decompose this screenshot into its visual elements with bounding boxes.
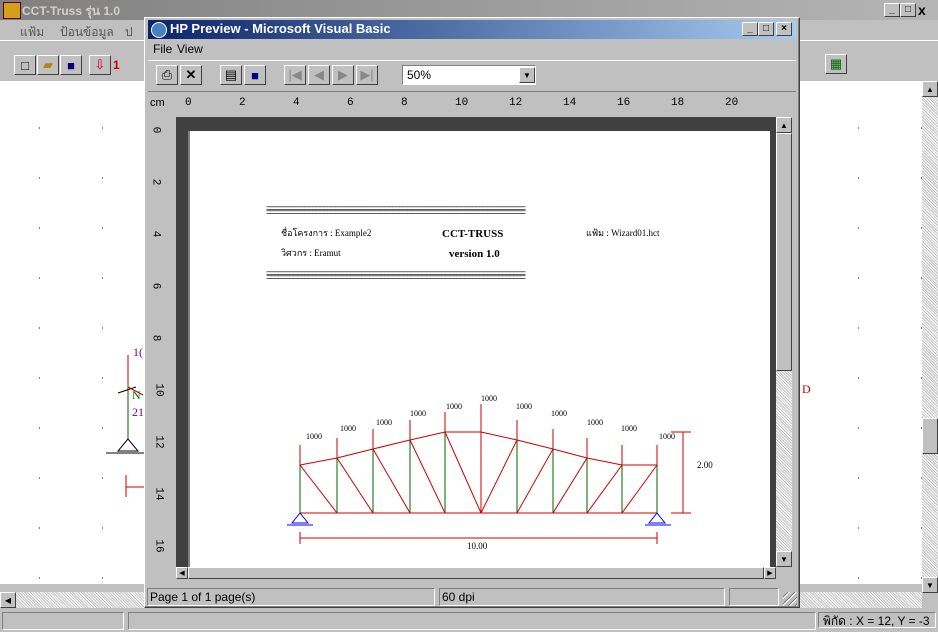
- load-label-10: 1000: [621, 424, 637, 433]
- zoom-select[interactable]: 50% ▼: [402, 65, 536, 85]
- ruler-h-tick-label: 18: [671, 97, 685, 109]
- preview-app-icon: [151, 22, 167, 38]
- main-status-left: [2, 612, 124, 630]
- toolbar-fragment: 1: [113, 58, 120, 72]
- preview-status-page: Page 1 of 1 page(s): [147, 588, 435, 606]
- zoom-value: 50%: [407, 68, 432, 82]
- version-heading: version 1.0: [449, 248, 500, 260]
- load-label-8: 1000: [551, 409, 567, 418]
- preview-scroll-right-icon[interactable]: ▶: [764, 567, 776, 579]
- load-label-3: 1000: [376, 418, 392, 427]
- main-maximize-button[interactable]: □: [900, 3, 916, 17]
- ruler-v-tick-label: 16: [152, 539, 165, 553]
- preview-hscroll-thumb[interactable]: [188, 567, 764, 579]
- last-page-icon[interactable]: ▶|: [356, 65, 378, 85]
- open-folder-icon[interactable]: ▰: [37, 55, 59, 75]
- ruler-v-tick-label: 12: [152, 435, 165, 449]
- canvas-label-right: D: [802, 382, 811, 396]
- ruler-h-tick-label: 8: [401, 97, 408, 109]
- save-icon[interactable]: ■: [244, 65, 266, 85]
- canvas-label-node: N: [132, 388, 141, 402]
- preview-maximize-button[interactable]: □: [758, 22, 774, 36]
- ruler-v-tick-label: 2: [149, 178, 162, 186]
- ruler-v-tick-label: 0: [149, 126, 162, 134]
- print-icon[interactable]: ⎙: [156, 65, 178, 85]
- page-setup-icon[interactable]: ▤: [220, 65, 242, 85]
- app-icon: [3, 2, 21, 19]
- grid-icon[interactable]: ▦: [825, 54, 847, 74]
- ruler-h-tick-label: 20: [725, 97, 739, 109]
- ruler-h-tick-label: 6: [347, 97, 354, 109]
- truss-drawing: [287, 404, 691, 544]
- ruler-corner: cm: [150, 97, 165, 109]
- preview-menu-file[interactable]: File: [153, 42, 172, 56]
- ruler-h-tick-label: 2: [239, 97, 246, 109]
- left-support: [290, 512, 310, 524]
- right-support: [647, 512, 667, 524]
- ruler-v-tick-label: 4: [149, 230, 162, 238]
- preview-menu-view[interactable]: View: [177, 42, 203, 56]
- ruler-v-tick-label: 14: [152, 487, 165, 501]
- ruler-v-tick-label: 6: [149, 282, 162, 290]
- ruler-h-tick-label: 4: [293, 97, 300, 109]
- load-label-5: 1000: [446, 402, 462, 411]
- preview-scroll-down-icon[interactable]: ▼: [776, 551, 792, 567]
- load-label-11: 1000: [659, 432, 675, 441]
- load-label-9: 1000: [587, 418, 603, 427]
- canvas-label-member: 21: [132, 405, 144, 419]
- first-page-icon[interactable]: |◀: [284, 65, 306, 85]
- preview-status-dpi: 60 dpi: [439, 588, 725, 606]
- main-scroll-left-icon[interactable]: ◀: [0, 592, 16, 608]
- ruler-vertical: [148, 117, 172, 579]
- ruler-h-tick-label: 16: [617, 97, 631, 109]
- chevron-down-icon[interactable]: ▼: [519, 67, 535, 83]
- ruler-horizontal: [176, 93, 796, 117]
- main-vscrollbar[interactable]: [922, 81, 938, 584]
- preview-scroll-up-icon[interactable]: ▲: [776, 117, 792, 133]
- span-dimension: 10.00: [465, 541, 490, 551]
- preview-vscroll-thumb[interactable]: [776, 133, 792, 371]
- load-icon[interactable]: ⇩: [89, 55, 111, 75]
- page-rule-top-2: ========================================…: [266, 209, 526, 218]
- preview-minimize-button[interactable]: _: [742, 22, 758, 36]
- ruler-h-tick-label: 12: [509, 97, 523, 109]
- canvas-truss-fragment: [106, 355, 146, 497]
- main-scroll-up-icon[interactable]: ▲: [922, 81, 938, 97]
- preview-status-extra: [729, 588, 779, 606]
- next-page-icon[interactable]: ▶: [332, 65, 354, 85]
- main-scroll-thumb[interactable]: [922, 418, 938, 454]
- load-label-6: 1000: [481, 394, 497, 403]
- app-name-heading: CCT-TRUSS: [442, 228, 504, 240]
- file-label: แฟ้ม : Wizard01.hct: [586, 228, 660, 238]
- main-status-coord: พิกัด : X = 12, Y = -3: [818, 612, 936, 628]
- main-close-button[interactable]: x: [918, 2, 926, 18]
- load-label-4: 1000: [410, 409, 426, 418]
- page-rule-bottom-2: ========================================…: [266, 274, 526, 283]
- ruler-h-tick-label: 14: [563, 97, 577, 109]
- load-label-1: 1000: [306, 432, 322, 441]
- preview-close-button[interactable]: ×: [776, 22, 792, 36]
- save-disk-icon[interactable]: ■: [60, 55, 82, 75]
- resize-grip-icon[interactable]: [783, 592, 797, 606]
- top-chord: [299, 431, 657, 466]
- load-label-2: 1000: [340, 424, 356, 433]
- new-file-icon[interactable]: □: [14, 55, 36, 75]
- main-scroll-down-icon[interactable]: ▼: [922, 577, 938, 593]
- height-dimension: 2.00: [697, 460, 713, 470]
- main-title: CCT-Truss รุ่น 1.0: [22, 4, 121, 18]
- ruler-h-tick-label: 0: [185, 97, 192, 109]
- ruler-h-tick-label: 10: [455, 97, 469, 109]
- main-minimize-button[interactable]: _: [884, 3, 900, 17]
- engineer-label: วิศวกร : Eramut: [281, 248, 341, 258]
- preview-scroll-left-icon[interactable]: ◀: [176, 567, 188, 579]
- canvas-label-load: 1(: [133, 345, 143, 359]
- ruler-v-tick-label: 8: [149, 334, 162, 342]
- ruler-v-tick-label: 10: [152, 383, 165, 397]
- main-status-middle: [128, 612, 816, 630]
- close-x-icon[interactable]: ✕: [180, 65, 202, 85]
- project-label: ชื่อโครงการ : Example2: [281, 228, 372, 238]
- prev-page-icon[interactable]: ◀: [308, 65, 330, 85]
- load-label-7: 1000: [516, 402, 532, 411]
- preview-title: HP Preview - Microsoft Visual Basic: [170, 21, 391, 36]
